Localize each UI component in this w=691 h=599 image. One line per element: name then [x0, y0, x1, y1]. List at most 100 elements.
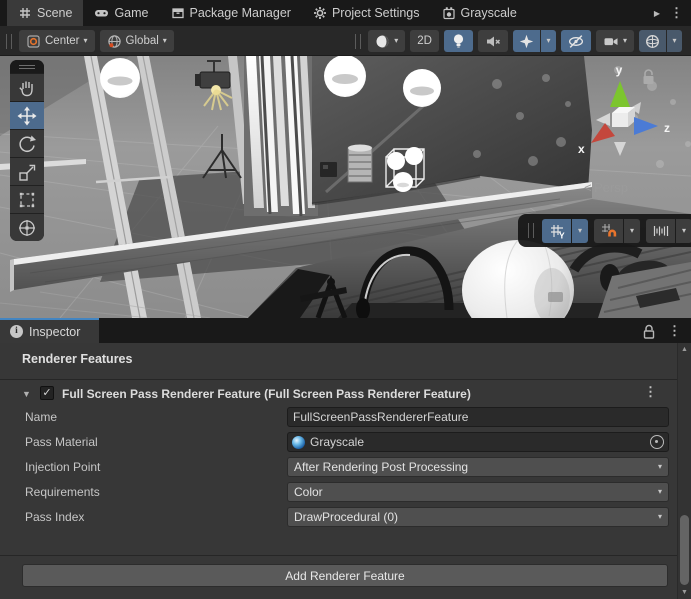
2d-toggle-button[interactable]: 2D — [410, 30, 439, 52]
snap-toggle-button[interactable] — [594, 219, 623, 243]
chevron-down-icon: ▾ — [658, 513, 662, 521]
renderer-features-title: Renderer Features — [22, 352, 132, 366]
scroll-down-icon[interactable]: ▼ — [678, 589, 691, 596]
scene-lighting-toggle[interactable] — [444, 30, 473, 52]
toolbar-drag-handle[interactable] — [355, 34, 361, 49]
tool-rotate-button[interactable] — [10, 130, 44, 157]
tool-rect-button[interactable] — [10, 186, 44, 213]
scene-grid-icon — [18, 6, 32, 20]
tab-grayscale[interactable]: Grayscale — [431, 0, 528, 26]
field-label: Pass Material — [25, 435, 98, 449]
tool-handle-position-button[interactable]: Center ▾ — [19, 30, 95, 52]
overlay-drag-handle[interactable] — [10, 60, 44, 73]
grid-visibility-dropdown[interactable]: ▾ — [572, 219, 588, 243]
unlock-icon[interactable] — [642, 323, 656, 339]
foldout-arrow-icon[interactable]: ▼ — [22, 389, 31, 399]
scene-visibility-toggle[interactable] — [561, 30, 591, 52]
draw-mode-button[interactable]: ▾ — [368, 30, 405, 52]
effects-toggle[interactable] — [513, 30, 540, 52]
grid-visibility-button[interactable]: Y — [542, 219, 571, 243]
name-input[interactable] — [287, 407, 669, 427]
camera-settings-button[interactable]: ▾ — [596, 30, 634, 52]
axis-label-x: x — [578, 142, 585, 156]
inspector-panel: Renderer Features ▼ ✓ Full Screen Pass R… — [0, 343, 691, 599]
gizmos-dropdown[interactable]: ▾ — [667, 30, 682, 52]
audio-muted-icon — [485, 34, 501, 49]
shaded-sphere-icon — [375, 34, 390, 49]
inspector-scrollbar[interactable]: ▲ ▼ — [677, 343, 691, 599]
magnet-grid-icon — [600, 222, 618, 240]
scene-3d-render: y z x < Persp — [0, 56, 691, 318]
tab-bar-menu-icon[interactable]: ⋮ — [670, 5, 683, 21]
gizmos-toggle[interactable] — [639, 30, 666, 52]
requirements-dropdown[interactable]: Color ▾ — [287, 482, 669, 502]
scene-audio-toggle[interactable] — [478, 30, 508, 52]
canister[interactable] — [348, 145, 372, 183]
object-picker-icon[interactable] — [650, 435, 664, 449]
tool-scale-button[interactable] — [10, 158, 44, 185]
scene-viewport[interactable]: y z x < Persp — [0, 56, 691, 318]
grid-y-icon: Y — [548, 222, 566, 240]
tab-scene[interactable]: Scene — [7, 0, 83, 26]
light-sphere[interactable] — [100, 58, 140, 98]
2d-label: 2D — [417, 35, 432, 47]
increment-snap-button[interactable] — [646, 219, 675, 243]
injection-point-dropdown[interactable]: After Rendering Post Processing ▾ — [287, 457, 669, 477]
overlay-drag-handle[interactable] — [528, 223, 534, 238]
chevron-down-icon: ▾ — [658, 488, 662, 496]
tab-overflow-arrow[interactable]: ▶ — [654, 9, 660, 18]
ruler-icon — [652, 222, 670, 240]
pass-material-object-field[interactable]: Grayscale — [287, 432, 669, 452]
effects-dropdown[interactable]: ▾ — [541, 30, 556, 52]
material-sphere-icon — [292, 436, 305, 449]
scale-icon — [17, 162, 37, 182]
tool-move-button[interactable] — [10, 102, 44, 129]
chevron-down-icon: ▾ — [682, 227, 686, 235]
camera-icon — [603, 34, 619, 49]
light-sphere[interactable] — [324, 56, 366, 97]
package-icon — [171, 6, 185, 20]
dropdown-value: After Rendering Post Processing — [294, 460, 468, 474]
field-row-injection-point: Injection Point After Rendering Post Pro… — [0, 457, 691, 479]
snap-dropdown[interactable]: ▾ — [624, 219, 640, 243]
inspector-menu-icon[interactable]: ⋮ — [668, 323, 681, 339]
axis-label-y: y — [616, 63, 623, 77]
chevron-down-icon: ▾ — [672, 37, 676, 45]
tab-game[interactable]: Game — [83, 0, 159, 26]
tool-transform-button[interactable] — [10, 214, 44, 241]
increment-snap-dropdown[interactable]: ▾ — [676, 219, 691, 243]
hand-icon — [17, 78, 37, 98]
tab-project-settings[interactable]: Project Settings — [302, 0, 431, 26]
toolbar-drag-handle[interactable] — [6, 34, 12, 49]
scroll-up-icon[interactable]: ▲ — [678, 346, 691, 353]
gear-icon — [313, 6, 327, 20]
field-label: Requirements — [25, 485, 100, 499]
add-renderer-feature-button[interactable]: Add Renderer Feature — [22, 564, 668, 587]
tab-inspector[interactable]: i Inspector — [0, 318, 99, 343]
tab-label: Project Settings — [332, 6, 420, 20]
renderer-feature-header[interactable]: ▼ ✓ Full Screen Pass Renderer Feature (F… — [0, 381, 677, 406]
pass-index-dropdown[interactable]: DrawProcedural (0) ▾ — [287, 507, 669, 527]
rotate-icon — [17, 134, 37, 154]
object-field-value: Grayscale — [310, 435, 364, 449]
inspector-tab-bar: i Inspector ⋮ — [0, 318, 691, 343]
projection-mode-label[interactable]: Persp — [594, 180, 628, 195]
chevron-down-icon: ▾ — [578, 227, 582, 235]
tool-handle-rotation-button[interactable]: Global ▾ — [100, 30, 174, 52]
small-radio[interactable] — [320, 162, 337, 177]
gizmo-cube[interactable] — [612, 113, 628, 127]
chevron-down-icon: ▾ — [630, 227, 634, 235]
tab-package-manager[interactable]: Package Manager — [160, 0, 302, 26]
window-tab-bar: Scene Game Package Manager Project Setti… — [0, 0, 691, 26]
material-asset-icon — [442, 6, 456, 20]
feature-menu-icon[interactable]: ⋮ — [644, 384, 657, 400]
light-bulb-icon — [451, 33, 466, 49]
rect-tool-icon — [17, 190, 37, 210]
light-sphere[interactable] — [403, 69, 441, 107]
feature-enabled-checkbox[interactable]: ✓ — [40, 386, 54, 400]
scrollbar-thumb[interactable] — [680, 515, 689, 585]
pivot-icon — [26, 34, 41, 49]
tool-hand-button[interactable] — [10, 74, 44, 101]
move-icon — [17, 106, 37, 126]
pivot-label: Center — [45, 35, 80, 47]
